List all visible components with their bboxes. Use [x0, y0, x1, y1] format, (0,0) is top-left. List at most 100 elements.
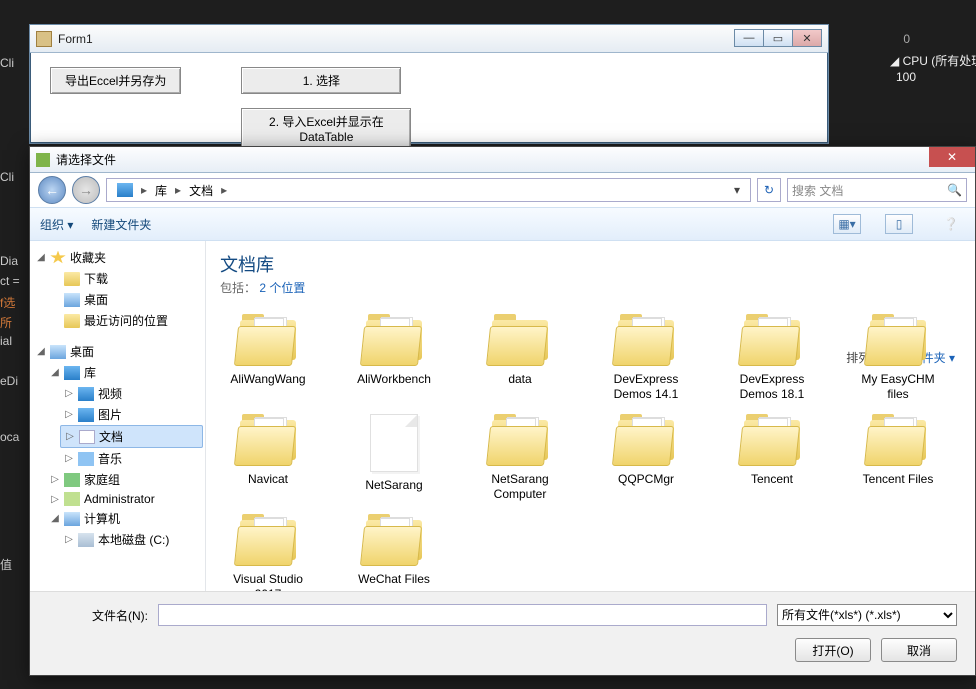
- file-list: 文档库 包括： 2 个位置 排列方式： 文件夹 ▾ AliWangWangAli…: [206, 241, 975, 621]
- nav-forward-button[interactable]: →: [72, 176, 100, 204]
- form1-titlebar[interactable]: Form1 — ▭ ✕: [30, 25, 828, 53]
- dialog-toolbar: 组织 ▾ 新建文件夹 ▦▾ ▯ ❔: [30, 207, 975, 241]
- dialog-footer: 文件名(N): 所有文件(*xls*) (*.xls*) 打开(O) 取消: [30, 591, 975, 675]
- chevron-right-icon: ▸: [219, 183, 229, 197]
- document-icon: [370, 414, 418, 472]
- folder-icon: [614, 314, 678, 366]
- form1-title: Form1: [58, 32, 93, 46]
- folder-icon: [236, 514, 300, 566]
- open-button[interactable]: 打开(O): [795, 638, 871, 662]
- tree-desktop-root[interactable]: ◢桌面: [32, 341, 203, 362]
- tree-admin[interactable]: ▷Administrator: [46, 490, 203, 508]
- new-folder-button[interactable]: 新建文件夹: [91, 216, 151, 233]
- nav-back-button[interactable]: ←: [38, 176, 66, 204]
- view-mode-button[interactable]: ▦▾: [833, 214, 861, 234]
- export-excel-button[interactable]: 导出Eccel并另存为: [50, 67, 181, 94]
- folder-icon: [740, 314, 804, 366]
- tree-music[interactable]: ▷音乐: [60, 448, 203, 469]
- cancel-button[interactable]: 取消: [881, 638, 957, 662]
- folder-icon: [488, 314, 552, 366]
- search-input[interactable]: 搜索 文档 🔍: [787, 178, 967, 202]
- tree-videos[interactable]: ▷视频: [60, 383, 203, 404]
- file-label: NetSarang Computer: [472, 472, 568, 502]
- locations-link[interactable]: 2 个位置: [259, 281, 305, 295]
- lib-icon: [117, 183, 133, 197]
- minimize-button[interactable]: —: [734, 29, 764, 47]
- breadcrumb[interactable]: ▸ 库 ▸ 文档 ▸ ▾: [106, 178, 751, 202]
- chevron-right-icon: ▸: [173, 183, 183, 197]
- file-label: Tencent: [751, 472, 793, 487]
- library-subtitle: 包括： 2 个位置: [220, 279, 961, 296]
- folder-icon: [488, 414, 552, 466]
- import-excel-button[interactable]: 2. 导入Excel并显示在DataTable: [241, 108, 411, 149]
- crumb-drop-icon[interactable]: ▾: [728, 183, 746, 197]
- folder-icon: [362, 314, 426, 366]
- address-bar: ← → ▸ 库 ▸ 文档 ▸ ▾ ↻ 搜索 文档 🔍: [30, 173, 975, 207]
- folder-icon: [614, 414, 678, 466]
- form-icon: [36, 31, 52, 47]
- file-label: data: [508, 372, 531, 387]
- folder-icon: [236, 414, 300, 466]
- file-item[interactable]: DevExpress Demos 18.1: [724, 314, 820, 402]
- file-label: QQPCMgr: [618, 472, 674, 487]
- file-label: WeChat Files: [358, 572, 430, 587]
- file-label: DevExpress Demos 18.1: [724, 372, 820, 402]
- crumb-lib[interactable]: 库: [149, 182, 173, 199]
- file-label: AliWorkbench: [357, 372, 431, 387]
- file-label: AliWangWang: [230, 372, 305, 387]
- file-item[interactable]: NetSarang: [346, 414, 442, 502]
- tree-desktop[interactable]: 桌面: [46, 289, 203, 310]
- file-item[interactable]: AliWorkbench: [346, 314, 442, 402]
- file-item[interactable]: data: [472, 314, 568, 402]
- file-label: My EasyCHM files: [850, 372, 946, 402]
- filename-label: 文件名(N):: [48, 607, 148, 624]
- tree-c-drive[interactable]: ▷本地磁盘 (C:): [60, 529, 203, 550]
- select-button[interactable]: 1. 选择: [241, 67, 401, 94]
- file-item[interactable]: Tencent Files: [850, 414, 946, 502]
- chevron-right-icon: ▸: [139, 183, 149, 197]
- tree-downloads[interactable]: 下载: [46, 268, 203, 289]
- file-item[interactable]: AliWangWang: [220, 314, 316, 402]
- folder-icon: [866, 314, 930, 366]
- search-placeholder: 搜索 文档: [792, 182, 843, 199]
- close-button[interactable]: ✕: [792, 29, 822, 47]
- file-label: DevExpress Demos 14.1: [598, 372, 694, 402]
- folder-icon: [740, 414, 804, 466]
- filetype-select[interactable]: 所有文件(*xls*) (*.xls*): [777, 604, 957, 626]
- folder-icon: [236, 314, 300, 366]
- file-item[interactable]: WeChat Files: [346, 514, 442, 602]
- crumb-doc[interactable]: 文档: [183, 182, 219, 199]
- help-button[interactable]: ❔: [937, 214, 965, 234]
- dialog-title: 请选择文件: [56, 151, 116, 168]
- file-label: Tencent Files: [863, 472, 934, 487]
- folder-icon: [362, 514, 426, 566]
- preview-pane-button[interactable]: ▯: [885, 214, 913, 234]
- file-item[interactable]: QQPCMgr: [598, 414, 694, 502]
- refresh-button[interactable]: ↻: [757, 178, 781, 202]
- search-icon: 🔍: [947, 183, 962, 197]
- dialog-app-icon: [36, 153, 50, 167]
- tree-documents[interactable]: ▷文档: [60, 425, 203, 448]
- organize-menu[interactable]: 组织 ▾: [40, 216, 73, 233]
- filename-input[interactable]: [158, 604, 767, 626]
- maximize-button[interactable]: ▭: [763, 29, 793, 47]
- form1-window: Form1 — ▭ ✕ 导出Eccel并另存为 1. 选择 2. 导入Excel…: [29, 24, 829, 144]
- file-item[interactable]: DevExpress Demos 14.1: [598, 314, 694, 402]
- nav-tree: ◢收藏夹 下载 桌面 最近访问的位置 ◢桌面 ◢库 ▷视频 ▷图片 ▷文档 ▷音…: [30, 241, 206, 621]
- file-label: Navicat: [248, 472, 288, 487]
- file-dialog: 请选择文件 ✕ ← → ▸ 库 ▸ 文档 ▸ ▾ ↻ 搜索 文档 🔍 组织 ▾ …: [29, 146, 976, 676]
- dialog-close-button[interactable]: ✕: [929, 147, 975, 167]
- tree-favorites[interactable]: ◢收藏夹: [32, 247, 203, 268]
- library-heading: 文档库: [220, 251, 961, 277]
- file-item[interactable]: Tencent: [724, 414, 820, 502]
- tree-homegroup[interactable]: ▷家庭组: [46, 469, 203, 490]
- tree-pictures[interactable]: ▷图片: [60, 404, 203, 425]
- dialog-titlebar[interactable]: 请选择文件 ✕: [30, 147, 975, 173]
- file-item[interactable]: NetSarang Computer: [472, 414, 568, 502]
- file-item[interactable]: Navicat: [220, 414, 316, 502]
- file-label: NetSarang: [365, 478, 422, 493]
- tree-computer[interactable]: ◢计算机: [46, 508, 203, 529]
- tree-recent[interactable]: 最近访问的位置: [46, 310, 203, 331]
- tree-libraries[interactable]: ◢库: [46, 362, 203, 383]
- file-item[interactable]: Visual Studio 2017: [220, 514, 316, 602]
